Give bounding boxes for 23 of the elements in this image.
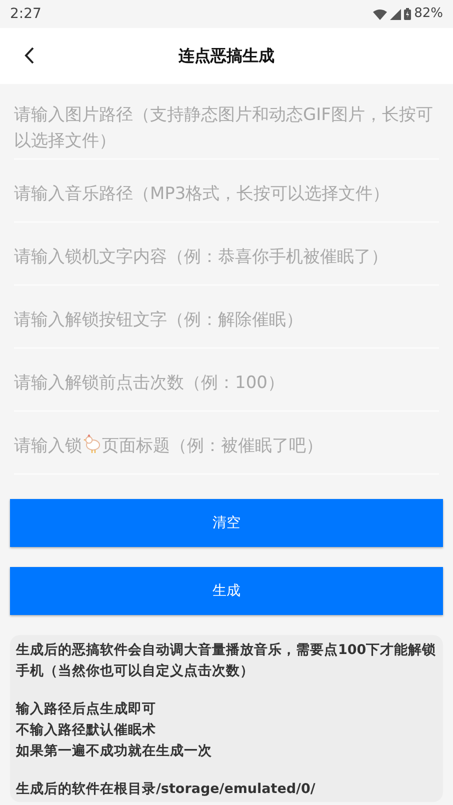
info-text: 不输入路径默认催眠术 — [16, 721, 157, 740]
input-field[interactable]: 请输入解锁按钮文字（例：解除催眠） — [14, 286, 439, 349]
info-text: 如果第一遍不成功就在生成一次 — [16, 742, 213, 761]
status-time: 2:27 — [10, 4, 42, 24]
input-field[interactable]: 请输入解锁前点击次数（例：100） — [14, 349, 439, 412]
input-field[interactable]: 请输入音乐路径（MP3格式，长按可以选择文件） — [14, 160, 439, 223]
input-field[interactable]: 请输入锁 页面标题（例：被催眠了吧） — [14, 412, 439, 475]
info-text: 生成后的恶搞软件会自动调大音量播放音乐，需要点100下才能解锁手机（当然你也可以自定义点击次数） — [16, 641, 437, 681]
input-field[interactable]: 请输入锁机文字内容（例：恭喜你手机被催眠了） — [14, 223, 439, 286]
placeholder-text: 请输入锁 — [14, 436, 82, 456]
battery-level: 82% — [414, 5, 443, 24]
action-button[interactable]: 生成 — [10, 567, 443, 615]
placeholder-text: 页面标题（例：被催眠了吧） — [102, 436, 323, 456]
info-text: 输入路径后点生成即可 — [16, 700, 157, 719]
back-icon — [24, 46, 34, 64]
signal-icon — [390, 8, 402, 20]
input-field[interactable]: 请输入图片路径（支持静态图片和动态GIF图片，长按可以选择文件） — [14, 98, 439, 160]
action-button[interactable]: 清空 — [10, 499, 443, 547]
chick-icon — [83, 434, 101, 454]
wifi-icon — [373, 8, 388, 20]
info-text: 生成后的软件在根目录/storage/emulated/0/ — [16, 780, 316, 799]
battery-icon — [404, 8, 412, 20]
page-title: 连点恶搞生成 — [178, 45, 274, 67]
